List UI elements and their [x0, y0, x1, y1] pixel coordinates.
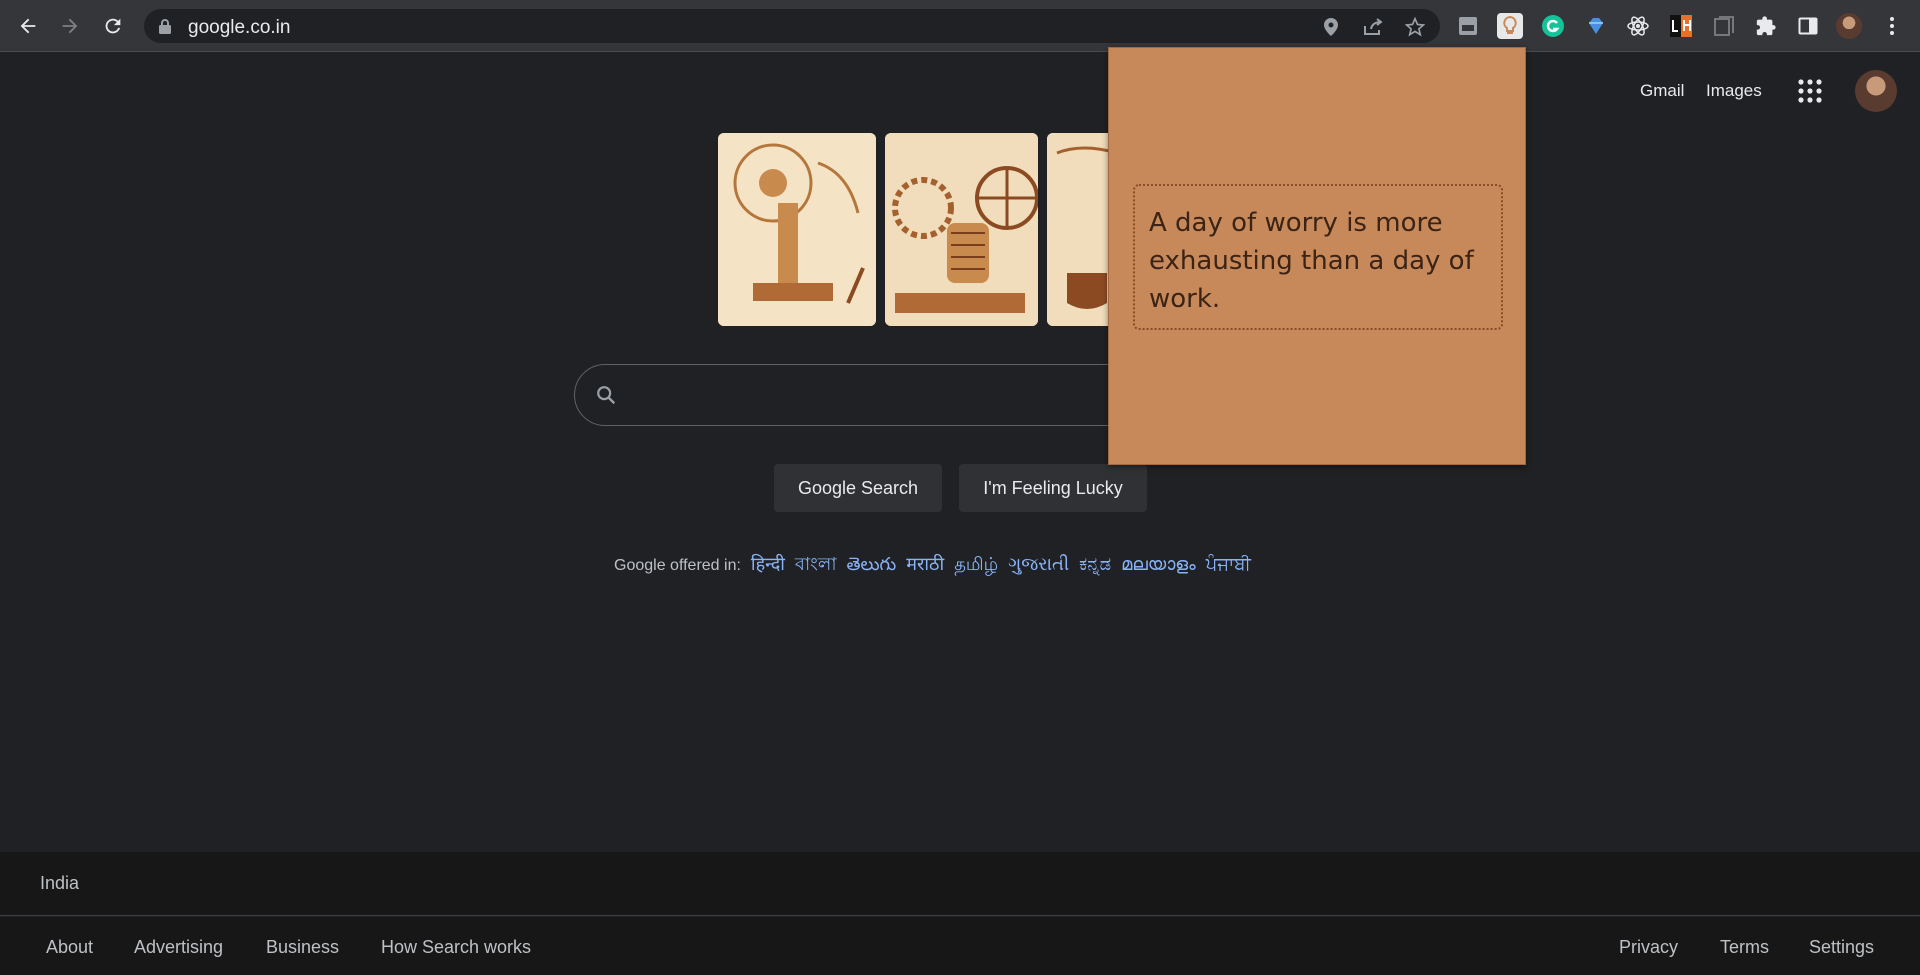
lock-icon	[159, 19, 171, 34]
images-link[interactable]: Images	[1706, 81, 1762, 101]
menu-icon[interactable]	[1879, 13, 1905, 39]
diamond-icon[interactable]	[1583, 13, 1609, 39]
extension-quote-icon[interactable]	[1497, 13, 1523, 39]
quote-text: A day of worry is more exhausting than a…	[1149, 208, 1474, 314]
doodle-panel-1[interactable]	[718, 133, 876, 326]
footer-link-terms[interactable]: Terms	[1720, 937, 1769, 958]
extension-quote-popup: A day of worry is more exhausting than a…	[1108, 47, 1526, 465]
footer-links-bar: About Advertising Business How Search wo…	[0, 917, 1920, 975]
languages-offered: Google offered in: हिन्दी বাংলা తెలుగు मराठी…	[614, 550, 1251, 581]
language-link-marathi[interactable]: मराठी	[906, 554, 944, 574]
search-icon	[597, 386, 616, 405]
quote-box: A day of worry is more exhausting than a…	[1133, 184, 1503, 330]
languages-label: Google offered in:	[614, 557, 741, 574]
google-search-button[interactable]: Google Search	[774, 464, 942, 512]
language-link-bangla[interactable]: বাংলা	[795, 554, 837, 574]
extension-printer-icon[interactable]	[1455, 13, 1481, 39]
doodle-panel-3[interactable]	[1047, 133, 1117, 326]
footer-link-how-search-works[interactable]: How Search works	[381, 937, 531, 958]
language-link-punjabi[interactable]: ਪੰਜਾਬੀ	[1206, 554, 1251, 574]
search-input[interactable]	[574, 364, 1154, 426]
language-link-telugu[interactable]: తెలుగు	[847, 554, 897, 574]
browser-toolbar: google.co.in	[0, 0, 1920, 52]
language-link-hindi[interactable]: हिन्दी	[751, 554, 785, 574]
language-link-tamil[interactable]: தமிழ்	[954, 554, 998, 574]
footer-link-settings[interactable]: Settings	[1809, 937, 1874, 958]
doodle-panel-2[interactable]	[885, 133, 1038, 326]
reload-icon	[105, 18, 121, 34]
address-bar[interactable]: google.co.in	[144, 9, 1440, 43]
forward-icon	[62, 18, 78, 34]
side-panel-icon[interactable]	[1795, 13, 1821, 39]
share-icon[interactable]	[1362, 16, 1384, 38]
footer-link-privacy[interactable]: Privacy	[1619, 937, 1678, 958]
bookmark-star-icon[interactable]	[1404, 16, 1426, 38]
location-icon[interactable]	[1320, 16, 1342, 38]
footer-link-business[interactable]: Business	[266, 937, 339, 958]
feeling-lucky-button[interactable]: I'm Feeling Lucky	[959, 464, 1147, 512]
forward-button[interactable]	[54, 10, 86, 42]
back-icon	[20, 18, 36, 34]
back-button[interactable]	[12, 10, 44, 42]
language-link-malayalam[interactable]: മലയാളം	[1121, 554, 1196, 574]
language-link-gujarati[interactable]: ગુજરાતી	[1008, 554, 1069, 574]
url-text: google.co.in	[188, 17, 291, 38]
grammarly-icon[interactable]	[1540, 13, 1566, 39]
footer-country-bar: India	[0, 852, 1920, 916]
language-link-kannada[interactable]: ಕನ್ನಡ	[1079, 554, 1111, 574]
lighthouse-icon[interactable]	[1668, 13, 1694, 39]
reload-button[interactable]	[97, 10, 129, 42]
tab-manager-icon[interactable]	[1711, 13, 1737, 39]
gmail-link[interactable]: Gmail	[1640, 81, 1684, 101]
profile-avatar-icon[interactable]	[1836, 13, 1862, 39]
footer-link-about[interactable]: About	[46, 937, 93, 958]
react-devtools-icon[interactable]	[1625, 13, 1651, 39]
footer-country: India	[40, 873, 80, 893]
account-avatar[interactable]	[1855, 70, 1897, 112]
google-apps-icon[interactable]	[1797, 78, 1829, 104]
footer-link-advertising[interactable]: Advertising	[134, 937, 223, 958]
extensions-icon[interactable]	[1753, 13, 1779, 39]
